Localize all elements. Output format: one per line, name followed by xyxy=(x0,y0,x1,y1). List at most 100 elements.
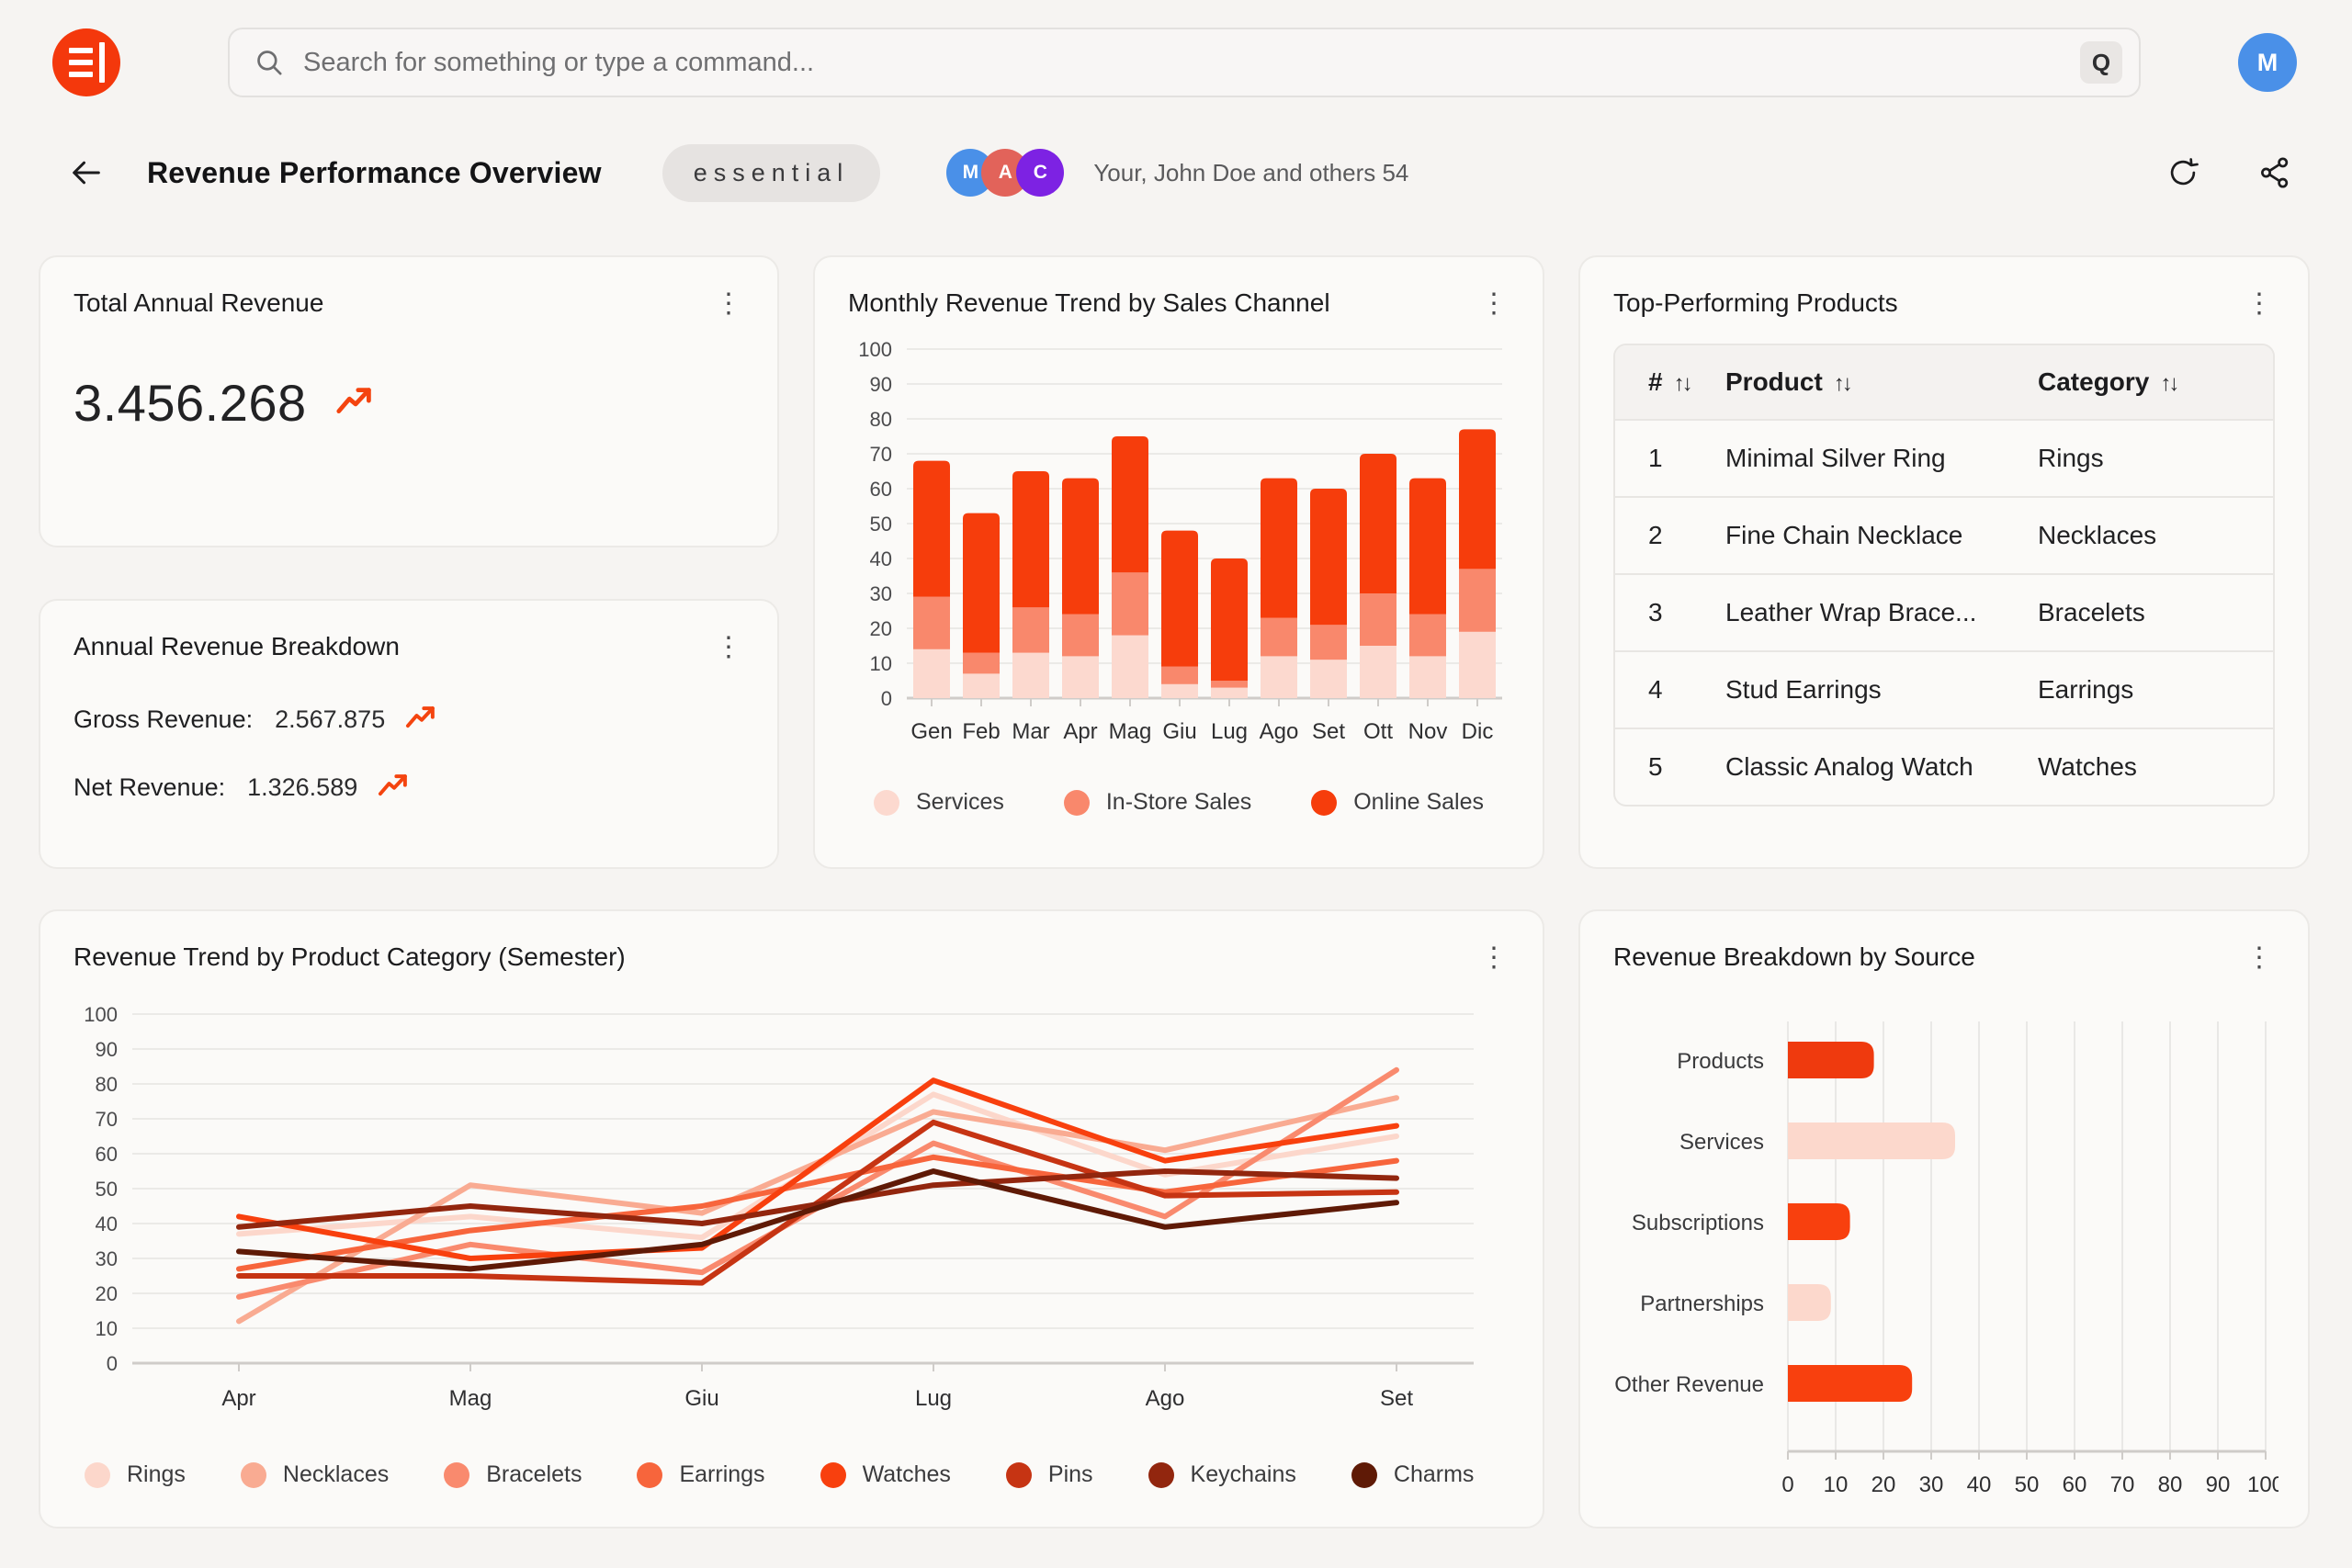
svg-text:0: 0 xyxy=(1781,1472,1793,1497)
svg-text:70: 70 xyxy=(96,1108,118,1131)
app-logo[interactable] xyxy=(52,28,120,96)
svg-text:20: 20 xyxy=(1871,1472,1896,1497)
svg-text:Other Revenue: Other Revenue xyxy=(1614,1372,1764,1397)
avatar: C xyxy=(1016,149,1064,197)
card-title: Total Annual Revenue xyxy=(74,288,323,318)
table-cell: Earrings xyxy=(2038,651,2273,728)
svg-text:Mar: Mar xyxy=(1012,719,1049,744)
legend-item: Necklaces xyxy=(241,1461,389,1488)
svg-text:80: 80 xyxy=(870,408,892,431)
stat-column: Total Annual Revenue ⋮ 3.456.268 Annual … xyxy=(39,255,779,869)
svg-text:Gen: Gen xyxy=(910,719,952,744)
legend-swatch-icon xyxy=(444,1462,469,1488)
svg-text:10: 10 xyxy=(96,1317,118,1340)
svg-text:Nov: Nov xyxy=(1408,719,1448,744)
top-bar: Q M xyxy=(0,0,2352,97)
legend-label: Charms xyxy=(1394,1461,1475,1488)
table-row: 3Leather Wrap Brace...Bracelets xyxy=(1615,574,2273,651)
column-header-product[interactable]: Product↑↓ xyxy=(1725,345,2038,420)
svg-text:80: 80 xyxy=(2158,1472,2183,1497)
page-title: Revenue Performance Overview xyxy=(147,156,602,190)
kebab-menu-button[interactable]: ⋮ xyxy=(2244,288,2275,320)
source-horizontal-bar-chart: 0102030405060708090100ProductsServicesSu… xyxy=(1613,981,2278,1506)
svg-text:90: 90 xyxy=(2206,1472,2231,1497)
total-annual-revenue-card: Total Annual Revenue ⋮ 3.456.268 xyxy=(39,255,779,547)
kebab-menu-button[interactable]: ⋮ xyxy=(1478,942,1510,974)
svg-text:Giu: Giu xyxy=(1162,719,1196,744)
kebab-menu-button[interactable]: ⋮ xyxy=(1478,288,1510,320)
svg-text:Partnerships: Partnerships xyxy=(1640,1292,1764,1316)
svg-text:Ago: Ago xyxy=(1146,1386,1185,1411)
category-trend-card: Revenue Trend by Product Category (Semes… xyxy=(39,909,1544,1529)
sort-icon[interactable]: ↑↓ xyxy=(1834,371,1850,396)
column-header-rank[interactable]: #↑↓ xyxy=(1615,345,1725,420)
legend-item: Bracelets xyxy=(444,1461,582,1488)
top-products-card: Top-Performing Products ⋮ #↑↓ Product↑↓ … xyxy=(1578,255,2310,869)
legend-item: Online Sales xyxy=(1311,789,1484,816)
legend-label: In-Store Sales xyxy=(1106,789,1251,816)
sort-icon[interactable]: ↑↓ xyxy=(1674,371,1690,396)
svg-text:40: 40 xyxy=(1967,1472,1992,1497)
svg-text:50: 50 xyxy=(96,1178,118,1201)
column-header-category[interactable]: Category↑↓ xyxy=(2038,345,2273,420)
gross-revenue-row: Gross Revenue: 2.567.875 xyxy=(74,702,744,737)
svg-text:Set: Set xyxy=(1380,1386,1413,1411)
member-avatar-group[interactable]: M A C xyxy=(946,149,1064,197)
legend-swatch-icon xyxy=(1064,790,1090,816)
svg-text:50: 50 xyxy=(2015,1472,2040,1497)
table-cell: Rings xyxy=(2038,420,2273,497)
logo-glyph-icon xyxy=(69,48,93,77)
back-button[interactable] xyxy=(64,151,108,195)
svg-text:Subscriptions: Subscriptions xyxy=(1632,1211,1764,1235)
table-header-row: #↑↓ Product↑↓ Category↑↓ xyxy=(1615,345,2273,420)
table-cell: Watches xyxy=(2038,728,2273,805)
kebab-menu-button[interactable]: ⋮ xyxy=(713,288,744,320)
plan-badge: essential xyxy=(662,144,881,202)
table-cell: Necklaces xyxy=(2038,497,2273,574)
title-row: Revenue Performance Overview essential M… xyxy=(0,136,2352,209)
legend-label: Earrings xyxy=(679,1461,764,1488)
svg-text:40: 40 xyxy=(96,1213,118,1235)
sort-icon[interactable]: ↑↓ xyxy=(2160,371,2177,396)
global-search[interactable]: Q xyxy=(228,28,2141,97)
card-title: Annual Revenue Breakdown xyxy=(74,632,400,661)
svg-text:20: 20 xyxy=(96,1282,118,1305)
legend-item: Watches xyxy=(820,1461,951,1488)
legend-item: Charms xyxy=(1351,1461,1475,1488)
search-input[interactable] xyxy=(303,48,2080,78)
legend-label: Rings xyxy=(127,1461,186,1488)
svg-text:Ago: Ago xyxy=(1260,719,1299,744)
monthly-chart-legend: Services In-Store Sales Online Sales xyxy=(848,789,1510,816)
legend-swatch-icon xyxy=(1148,1462,1174,1488)
refresh-button[interactable] xyxy=(2161,151,2205,195)
legend-item: In-Store Sales xyxy=(1064,789,1251,816)
legend-item: Rings xyxy=(85,1461,186,1488)
legend-swatch-icon xyxy=(85,1462,110,1488)
trending-up-icon xyxy=(401,702,442,737)
svg-text:60: 60 xyxy=(870,478,892,501)
kebab-menu-button[interactable]: ⋮ xyxy=(2244,942,2275,974)
table-cell: Minimal Silver Ring xyxy=(1725,420,2038,497)
card-title: Revenue Breakdown by Source xyxy=(1613,942,1975,972)
svg-text:Set: Set xyxy=(1312,719,1345,744)
user-avatar[interactable]: M xyxy=(2238,33,2297,92)
legend-swatch-icon xyxy=(241,1462,266,1488)
table-cell: Fine Chain Necklace xyxy=(1725,497,2038,574)
monthly-stacked-bar-chart: 0102030405060708090100GenFebMarAprMagGiu… xyxy=(848,333,1513,772)
share-button[interactable] xyxy=(2253,151,2297,195)
table-row: 2Fine Chain NecklaceNecklaces xyxy=(1615,497,2273,574)
svg-text:10: 10 xyxy=(1824,1472,1849,1497)
svg-text:Giu: Giu xyxy=(684,1386,718,1411)
dashboard-page: Q M Revenue Performance Overview essenti… xyxy=(0,0,2352,1568)
svg-text:0: 0 xyxy=(107,1352,118,1375)
svg-text:70: 70 xyxy=(2110,1472,2135,1497)
legend-label: Services xyxy=(916,789,1004,816)
net-revenue-row: Net Revenue: 1.326.589 xyxy=(74,770,744,805)
svg-text:70: 70 xyxy=(870,443,892,466)
legend-swatch-icon xyxy=(874,790,899,816)
table-cell: Leather Wrap Brace... xyxy=(1725,574,2038,651)
svg-text:30: 30 xyxy=(96,1247,118,1270)
trending-up-icon xyxy=(374,770,414,805)
kebab-menu-button[interactable]: ⋮ xyxy=(713,632,744,663)
trend-chart-legend: RingsNecklacesBraceletsEarringsWatchesPi… xyxy=(74,1461,1510,1488)
